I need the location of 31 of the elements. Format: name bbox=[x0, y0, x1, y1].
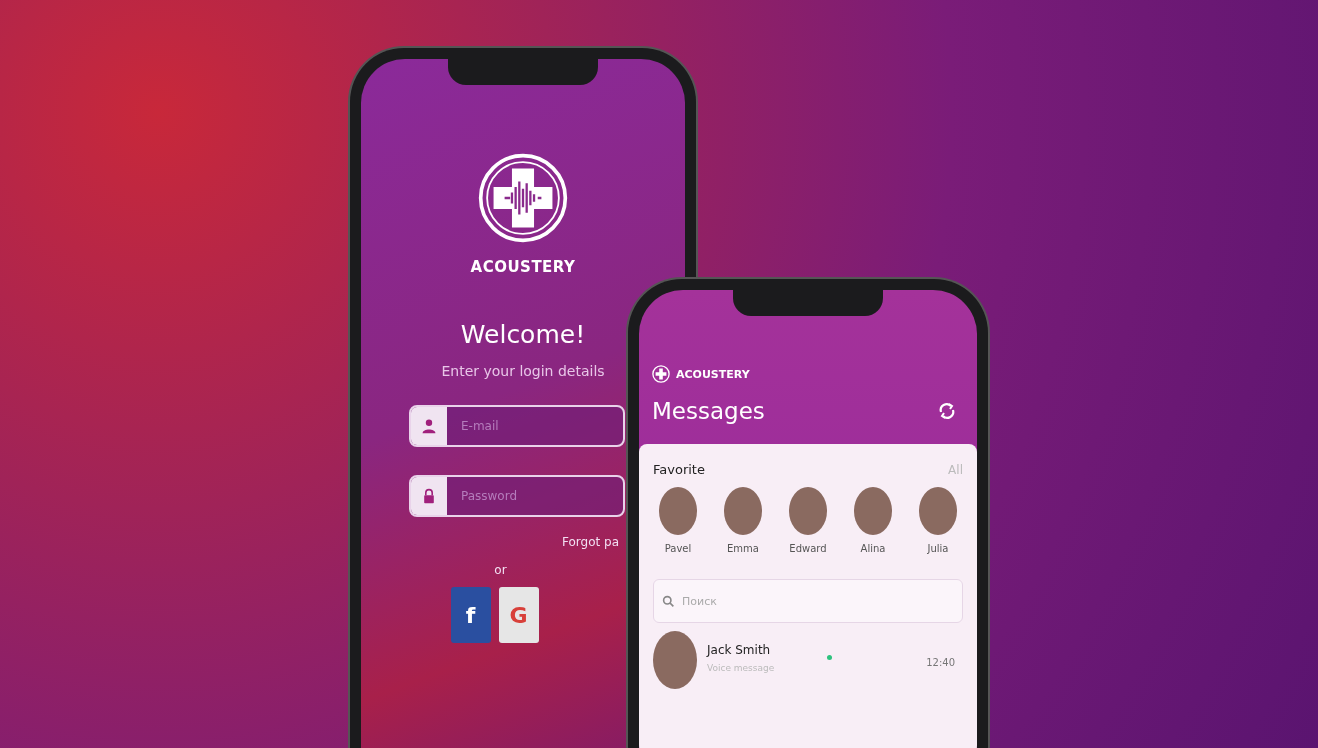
separator-text: or bbox=[494, 563, 507, 577]
search-icon bbox=[662, 595, 675, 608]
refresh-button[interactable] bbox=[937, 401, 957, 421]
contact-name: Jack Smith bbox=[707, 643, 772, 657]
avatar[interactable] bbox=[724, 487, 762, 535]
person-icon bbox=[421, 418, 437, 434]
avatar bbox=[653, 631, 697, 689]
forgot-password-link[interactable]: Forgot pa bbox=[562, 535, 619, 549]
cross-logo-icon bbox=[477, 152, 569, 244]
section-title: Favorite bbox=[653, 462, 705, 477]
contact-name: Julia bbox=[927, 543, 949, 554]
login-subtitle: Enter your login details bbox=[441, 363, 605, 379]
cross-logo-icon bbox=[652, 365, 670, 383]
brand-name: ACOUSTERY bbox=[676, 367, 750, 381]
messages-title: Messages bbox=[652, 398, 765, 424]
contact-name: Alina bbox=[860, 543, 886, 554]
padlock-icon bbox=[421, 488, 437, 504]
refresh-icon bbox=[937, 401, 957, 421]
avatar[interactable] bbox=[854, 487, 892, 535]
avatar[interactable] bbox=[659, 487, 697, 535]
message-time: 12:40 bbox=[926, 657, 955, 668]
google-button[interactable]: G bbox=[498, 587, 539, 643]
brand-name: ACOUSTERY bbox=[470, 258, 576, 276]
avatar[interactable] bbox=[789, 487, 827, 535]
contact-name: Pavel bbox=[664, 543, 692, 554]
facebook-button[interactable]: f bbox=[450, 587, 491, 643]
avatar[interactable] bbox=[919, 487, 957, 535]
contact-name: Edward bbox=[789, 543, 827, 554]
search-field[interactable]: Поиск bbox=[653, 579, 963, 623]
contact-name: Emma bbox=[727, 543, 759, 554]
welcome-title: Welcome! bbox=[460, 320, 586, 349]
